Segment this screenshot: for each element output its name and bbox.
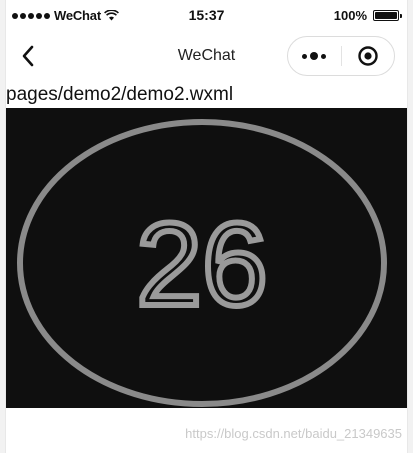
back-button[interactable] bbox=[12, 40, 44, 72]
menu-capsule bbox=[287, 36, 395, 76]
phone-screen: WeChat 15:37 100% WeChat pages/demo2/dem… bbox=[6, 0, 407, 453]
watermark-text: https://blog.csdn.net/baidu_21349635 bbox=[185, 426, 402, 441]
battery-cap bbox=[399, 13, 402, 18]
back-chevron-icon bbox=[22, 45, 34, 67]
content-image: 26 bbox=[6, 108, 407, 408]
battery-percent: 100% bbox=[333, 8, 367, 23]
carrier-label: WeChat bbox=[54, 8, 101, 23]
status-bar: WeChat 15:37 100% bbox=[6, 0, 407, 34]
number-badge-image: 26 bbox=[6, 108, 407, 408]
more-button[interactable] bbox=[288, 37, 341, 75]
battery-icon bbox=[373, 10, 402, 21]
status-right: 100% bbox=[333, 8, 402, 23]
wifi-icon bbox=[104, 10, 119, 21]
navigation-bar: WeChat bbox=[6, 34, 407, 78]
status-left: WeChat bbox=[12, 8, 119, 23]
battery-fill bbox=[375, 12, 397, 19]
close-miniprogram-button[interactable] bbox=[342, 37, 395, 75]
signal-dots-icon bbox=[12, 12, 50, 19]
more-dots-icon bbox=[302, 52, 327, 60]
target-circle-icon bbox=[358, 46, 378, 66]
page-path-text: pages/demo2/demo2.wxml bbox=[6, 84, 234, 105]
number-glyphs: 26 bbox=[136, 199, 267, 331]
